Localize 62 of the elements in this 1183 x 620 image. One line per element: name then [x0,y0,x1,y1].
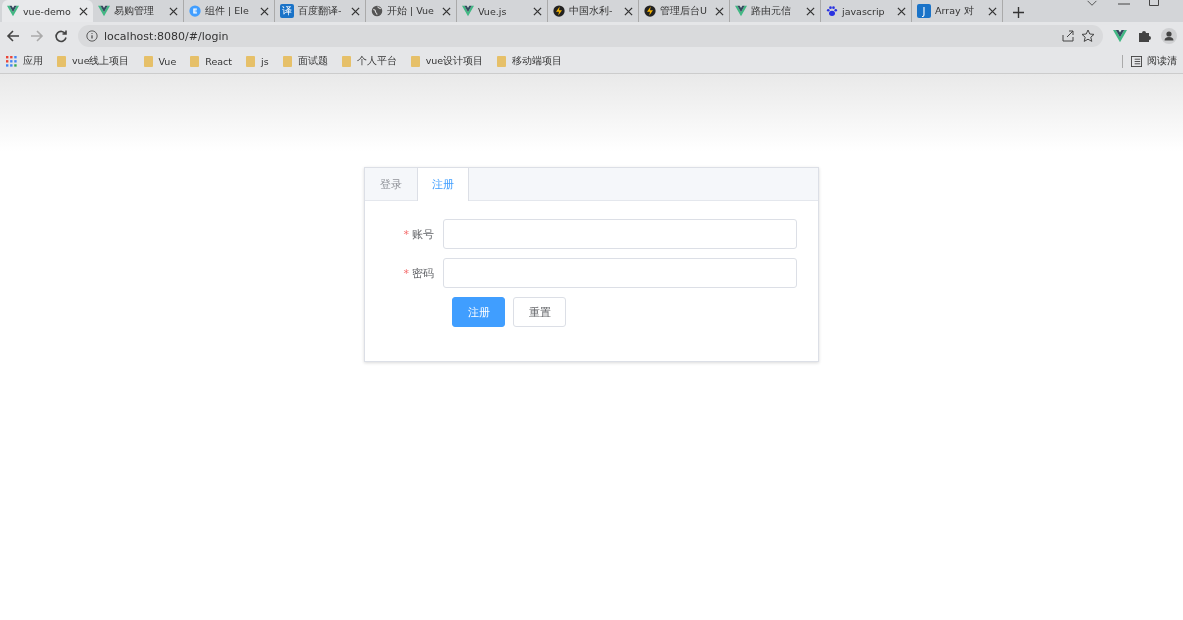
reading-list[interactable]: 阅读清 [1122,55,1177,68]
close-icon[interactable] [169,6,178,16]
bolt-logo-icon [644,5,656,17]
close-icon[interactable] [79,6,88,16]
v-logo-icon [7,5,19,17]
input-field[interactable] [443,219,797,249]
new-tab-icon[interactable] [1013,7,1024,18]
close-icon[interactable] [442,6,451,16]
paw-icon [826,5,838,17]
star-icon[interactable] [1081,29,1095,43]
folder-icon [143,56,153,67]
bookmark[interactable]: 面试题 [282,55,328,68]
field-label: 账号 [412,227,434,241]
bookmark[interactable]: 移动端项目 [497,55,563,68]
close-icon[interactable] [351,6,360,16]
v-logo-icon [462,5,474,17]
puzzle-icon[interactable] [1137,29,1151,43]
bookmark[interactable]: js [246,56,269,67]
bookmark[interactable]: React [190,56,233,67]
folder-icon [341,56,351,67]
chevron-down-icon[interactable] [1085,0,1099,7]
close-icon[interactable] [806,6,815,16]
close-icon[interactable] [533,6,542,16]
back-icon[interactable] [6,29,20,43]
bookmark[interactable]: Vue [143,56,177,67]
bolt-logo-icon [553,5,565,17]
bookmark[interactable]: vue线上项目 [57,55,130,68]
required-mark: * [403,266,409,280]
v-logo-icon [735,5,747,17]
maximize-icon[interactable] [1149,0,1159,6]
apps-grid-icon [6,56,17,67]
close-icon[interactable] [260,6,269,16]
v-logo-icon[interactable] [1113,29,1127,43]
share-icon[interactable] [1061,29,1075,43]
bookmark[interactable]: 应用 [6,55,43,68]
folder-icon [497,56,507,67]
folder-icon [282,56,292,67]
list-icon [1131,56,1142,67]
bookmark[interactable]: vue设计项目 [410,55,484,68]
bookmark[interactable]: 个人平台 [341,55,397,68]
app-logo-icon: J [917,4,931,18]
folder-icon [410,56,420,67]
info-icon[interactable] [86,30,98,42]
folder-icon [190,56,200,67]
reload-icon[interactable] [54,29,68,43]
folder-icon [57,56,66,67]
v-logo-icon [98,5,110,17]
globe-icon [371,5,383,17]
close-icon[interactable] [988,6,997,16]
input-field[interactable] [443,258,797,288]
app-logo-icon: 译 [280,4,294,18]
field-label: 密码 [412,266,434,280]
browser-tab[interactable]: vue-demo [2,0,93,22]
close-icon[interactable] [897,6,906,16]
folder-icon [246,56,256,67]
close-icon[interactable] [715,6,724,16]
required-mark: * [403,227,409,241]
reset-button[interactable]: 重置 [513,297,566,327]
close-icon[interactable] [624,6,633,16]
address-bar[interactable]: localhost:8080/#/login [78,25,1103,47]
url-text: localhost:8080/#/login [104,29,230,43]
profile-icon[interactable] [1161,28,1177,44]
